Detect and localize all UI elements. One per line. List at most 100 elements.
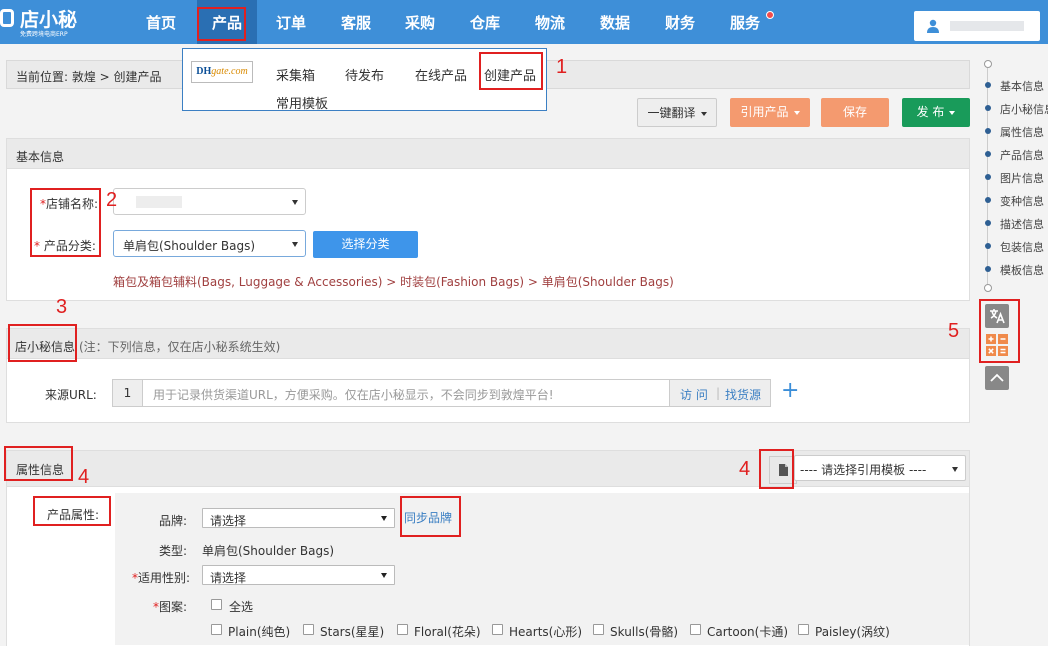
right-nav-dot <box>985 151 991 157</box>
product-attributes-area: 品牌: 请选择 同步品牌 类型: 单肩包(Shoulder Bags) *适用性… <box>115 493 969 645</box>
attribute-info-panel: 属性信息 ---- 请选择引用模板 ---- 产品属性: 品牌: 请选择 同步品… <box>6 450 970 646</box>
dxm-info-note: (注：下列信息，仅在店小秘系统生效) <box>79 340 281 354</box>
annotation-box-sync-brand <box>400 496 461 537</box>
chevron-down-icon <box>292 200 298 205</box>
right-nav-dxm-info[interactable]: 店小秘信息 <box>1000 101 1048 117</box>
pattern-checkbox-stars[interactable] <box>303 624 314 635</box>
chevron-down-icon <box>700 111 707 116</box>
shop-name-redacted <box>136 196 182 208</box>
quote-product-button[interactable]: 引用产品 <box>730 98 810 127</box>
publish-button[interactable]: 发 布 <box>902 98 970 127</box>
one-click-translate-button[interactable]: 一键翻译 <box>637 98 717 127</box>
translate-label: 一键翻译 <box>647 106 696 120</box>
app-logo[interactable]: 店小秘 免费跨境电商ERP <box>0 4 110 40</box>
template-select-value: ---- 请选择引用模板 ---- <box>800 463 927 477</box>
visit-link[interactable]: 访 问 <box>680 386 708 403</box>
nav-item-finance[interactable]: 财务 <box>656 0 704 44</box>
right-nav-dot <box>985 243 991 249</box>
right-nav-dot <box>985 105 991 111</box>
select-all-checkbox[interactable] <box>211 599 222 610</box>
shop-name-select[interactable] <box>113 188 306 215</box>
nav-item-customer-service[interactable]: 客服 <box>332 0 380 44</box>
nav-item-orders[interactable]: 订单 <box>267 0 315 44</box>
nav-item-logistics[interactable]: 物流 <box>526 0 574 44</box>
template-select[interactable]: ---- 请选择引用模板 ---- <box>794 455 966 481</box>
chevron-up-icon <box>990 373 1004 382</box>
logo-subtitle: 免费跨境电商ERP <box>20 31 68 38</box>
right-nav-start-marker <box>984 60 992 68</box>
nav-item-purchasing[interactable]: 采购 <box>396 0 444 44</box>
attribute-info-header: 属性信息 ---- 请选择引用模板 ---- <box>7 451 969 487</box>
annotation-number-3: 3 <box>56 296 68 318</box>
pattern-checkbox-skulls[interactable] <box>593 624 604 635</box>
dhgate-logo[interactable]: DHgate.com <box>191 61 253 83</box>
right-nav-dot <box>985 128 991 134</box>
choose-category-button[interactable]: 选择分类 <box>313 231 418 258</box>
annotation-box-products-nav <box>197 7 246 41</box>
right-nav-dot <box>985 82 991 88</box>
select-all-label: 全选 <box>229 600 254 614</box>
pattern-checkbox-plain[interactable] <box>211 624 222 635</box>
pattern-label-cartoon: Cartoon(卡通) <box>707 625 789 639</box>
annotation-number-2: 2 <box>106 189 118 211</box>
right-nav-package-info[interactable]: 包装信息 <box>1000 239 1044 255</box>
dxm-info-header: 店小秘信息 (注：下列信息，仅在店小秘系统生效) <box>7 329 969 359</box>
right-nav-basic-info[interactable]: 基本信息 <box>1000 78 1044 94</box>
user-account-box[interactable] <box>914 11 1040 41</box>
nav-item-warehouse[interactable]: 仓库 <box>461 0 509 44</box>
source-url-input[interactable]: 用于记录供货渠道URL，方便采购。仅在店小秘显示，不会同步到敦煌平台! <box>153 386 554 403</box>
pattern-label-plain: Plain(纯色) <box>228 625 291 639</box>
pattern-label-stars: Stars(星星) <box>320 625 385 639</box>
right-nav-image-info[interactable]: 图片信息 <box>1000 170 1044 186</box>
chevron-down-icon <box>381 516 387 521</box>
pattern-checkbox-cartoon[interactable] <box>690 624 701 635</box>
gender-select[interactable]: 请选择 <box>202 565 395 585</box>
pattern-label-floral: Floral(花朵) <box>414 625 481 639</box>
right-nav-dot <box>985 174 991 180</box>
pattern-checkbox-hearts[interactable] <box>492 624 503 635</box>
add-url-plus-icon[interactable]: + <box>781 380 799 402</box>
nav-item-data[interactable]: 数据 <box>591 0 639 44</box>
save-button[interactable]: 保存 <box>821 98 889 127</box>
right-nav-attribute-info[interactable]: 属性信息 <box>1000 124 1044 140</box>
pattern-checkbox-floral[interactable] <box>397 624 408 635</box>
nav-item-home[interactable]: 首页 <box>137 0 185 44</box>
gender-label: *适用性别: <box>132 569 190 586</box>
annotation-number-1: 1 <box>556 56 568 78</box>
category-path: 箱包及箱包辅料(Bags, Luggage & Accessories) > 时… <box>113 275 674 289</box>
menu-item-collection-box[interactable]: 采集箱 <box>276 65 315 84</box>
user-name-redacted <box>950 21 1024 31</box>
right-nav-dot <box>985 197 991 203</box>
product-category-value: 单肩包(Shoulder Bags) <box>123 239 256 253</box>
right-nav-template-info[interactable]: 模板信息 <box>1000 262 1044 278</box>
brand-label: 品牌: <box>159 514 188 528</box>
logo-mark-icon <box>0 9 14 27</box>
right-nav-product-info[interactable]: 产品信息 <box>1000 147 1044 163</box>
right-nav-dot <box>985 220 991 226</box>
brand-select[interactable]: 请选择 <box>202 508 395 528</box>
annotation-box-attribute-title <box>4 446 73 481</box>
type-value: 单肩包(Shoulder Bags) <box>202 544 335 558</box>
chevron-down-icon <box>292 242 298 247</box>
annotation-box-dxm-info <box>8 324 77 362</box>
menu-item-common-templates[interactable]: 常用模板 <box>276 93 328 112</box>
find-source-link[interactable]: 找货源 <box>725 386 761 403</box>
back-to-top-button[interactable] <box>985 366 1009 390</box>
right-nav-variant-info[interactable]: 变种信息 <box>1000 193 1044 209</box>
chevron-down-icon <box>952 467 958 472</box>
annotation-number-4a: 4 <box>78 466 90 488</box>
annotation-box-product-attributes <box>33 496 111 526</box>
top-navigation-bar: 店小秘 免费跨境电商ERP 首页 产品 订单 客服 采购 仓库 物流 数据 财务… <box>0 0 1048 44</box>
pattern-checkbox-paisley[interactable] <box>798 624 809 635</box>
right-nav-description-info[interactable]: 描述信息 <box>1000 216 1044 232</box>
dhgate-logo-right: gate.com <box>211 66 248 77</box>
menu-item-online-products[interactable]: 在线产品 <box>415 65 467 84</box>
type-label: 类型: <box>159 544 188 558</box>
quote-label: 引用产品 <box>740 105 789 119</box>
nav-item-services[interactable]: 服务 <box>721 0 769 44</box>
annotation-box-shop-category <box>30 188 101 257</box>
product-category-select[interactable]: 单肩包(Shoulder Bags) <box>113 230 306 257</box>
source-url-group: 1 用于记录供货渠道URL，方便采购。仅在店小秘显示，不会同步到敦煌平台! 访 … <box>112 379 771 407</box>
dhgate-logo-left: DH <box>196 66 212 77</box>
menu-item-pending-publish[interactable]: 待发布 <box>345 65 384 84</box>
